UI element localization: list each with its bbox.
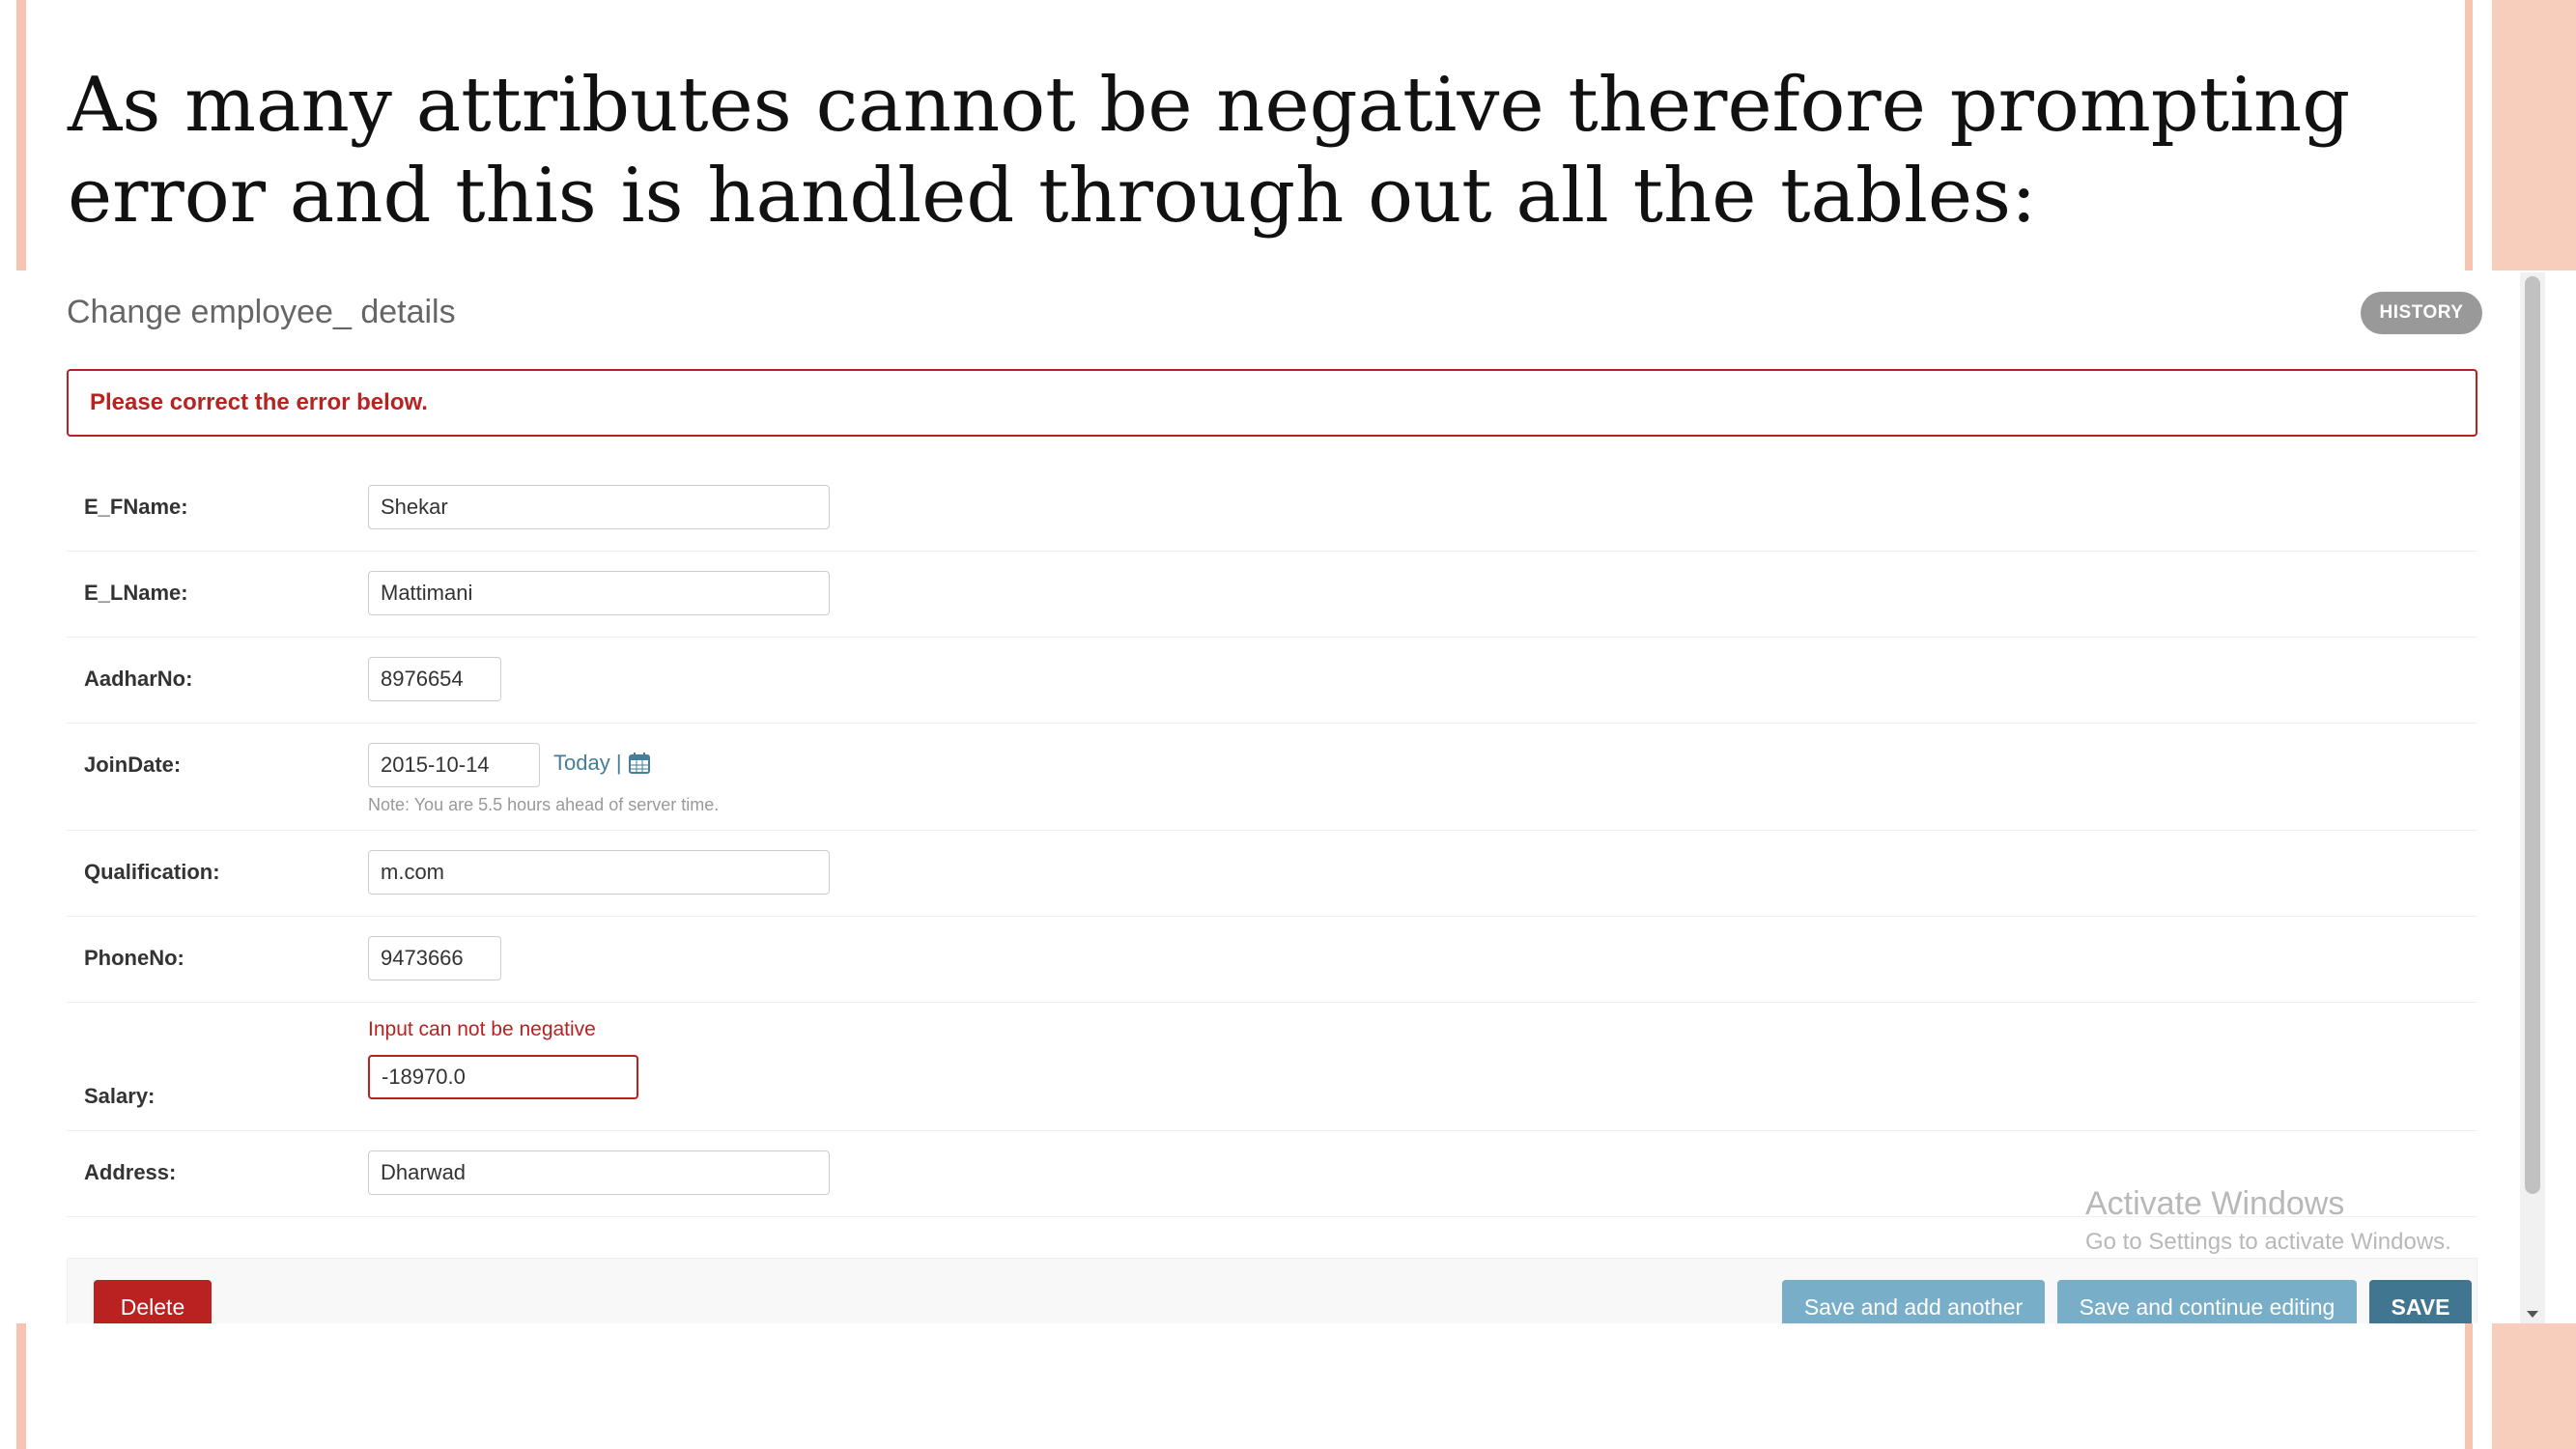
scrollbar-thumb[interactable] (2525, 276, 2540, 1194)
today-link[interactable]: Today | (553, 751, 622, 776)
submit-row: Delete Save and add another Save and con… (67, 1258, 2477, 1323)
left-accent-stripe-bottom (16, 1323, 26, 1449)
date-shortcuts: Today | (553, 751, 651, 776)
slide-title: As many attributes cannot be negative th… (68, 62, 2351, 240)
save-and-continue-button[interactable]: Save and continue editing (2057, 1280, 2357, 1323)
salary-input[interactable] (368, 1055, 638, 1099)
phone-label: PhoneNo: (84, 946, 184, 970)
joindate-label: JoinDate: (84, 753, 182, 777)
admin-screenshot: Change employee_ details HISTORY Please … (16, 272, 2545, 1323)
salary-label: Salary: (84, 1084, 156, 1108)
watermark-title: Activate Windows (2085, 1185, 2345, 1222)
joindate-input[interactable] (368, 743, 540, 787)
e-lname-label: E_LName: (84, 581, 188, 605)
form-row-phone: PhoneNo: (67, 917, 2477, 1003)
history-button[interactable]: HISTORY (2361, 292, 2482, 334)
salary-error: Input can not be negative (368, 1018, 596, 1040)
aadhar-input[interactable] (368, 657, 501, 701)
address-input[interactable] (368, 1151, 830, 1195)
form-row-qualification: Qualification: (67, 831, 2477, 917)
e-fname-input[interactable] (368, 485, 830, 529)
form-row-e-fname: E_FName: (67, 466, 2477, 552)
delete-button[interactable]: Delete (94, 1280, 212, 1323)
activate-windows-watermark: Activate Windows Go to Settings to activ… (2085, 1185, 2451, 1256)
calendar-icon[interactable] (628, 752, 651, 775)
left-accent-stripe-top (16, 0, 26, 270)
phone-input[interactable] (368, 936, 501, 980)
aadhar-label: AadharNo: (84, 667, 193, 691)
qualification-label: Qualification: (84, 860, 220, 884)
watermark-subtitle: Go to Settings to activate Windows. (2085, 1229, 2451, 1255)
form-row-joindate: JoinDate: Today | Note: You are 5.5 hour… (67, 724, 2477, 831)
timezone-note: Note: You are 5.5 hours ahead of server … (368, 795, 720, 814)
form-row-e-lname: E_LName: (67, 552, 2477, 638)
form-row-salary: Input can not be negative Salary: (67, 1003, 2477, 1131)
address-label: Address: (84, 1160, 177, 1184)
save-button[interactable]: SAVE (2369, 1280, 2472, 1323)
vertical-scrollbar[interactable] (2520, 272, 2545, 1323)
form-row-aadhar: AadharNo: (67, 638, 2477, 724)
save-and-add-another-button[interactable]: Save and add another (1782, 1280, 2045, 1323)
scroll-down-arrow-icon[interactable] (2527, 1311, 2538, 1318)
qualification-input[interactable] (368, 850, 830, 895)
error-note: Please correct the error below. (67, 369, 2477, 437)
e-lname-input[interactable] (368, 571, 830, 615)
e-fname-label: E_FName: (84, 495, 188, 519)
page-title: Change employee_ details (67, 294, 456, 330)
